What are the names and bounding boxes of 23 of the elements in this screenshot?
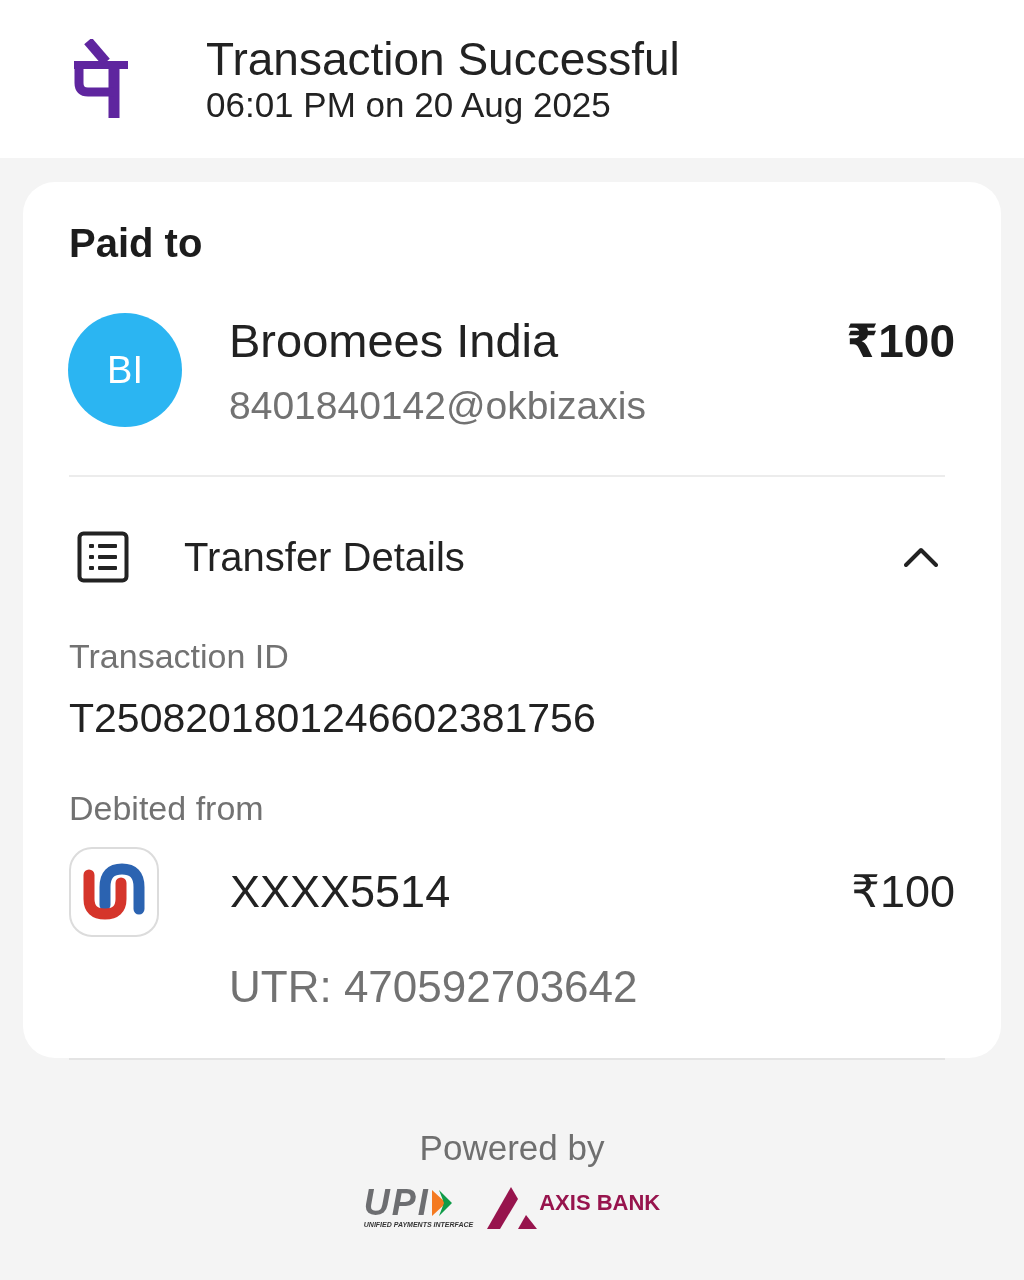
powered-by-text: Powered by — [419, 1128, 605, 1167]
utr-number: UTR: 470592703642 — [229, 963, 639, 1011]
field-value: T2508201801246602381756 — [69, 695, 597, 741]
chevron-icon[interactable] — [904, 547, 938, 567]
field-label: Transaction ID — [69, 637, 290, 675]
status-title: Transaction Successful — [206, 33, 680, 85]
section-heading: Paid to — [69, 220, 204, 266]
avatar: BI — [68, 313, 182, 427]
a-shape-logo-icon — [487, 1186, 538, 1229]
section-title: Transfer Details — [184, 534, 466, 580]
payee-name: Broomees India — [229, 315, 560, 367]
amount: ₹100 — [846, 315, 955, 367]
list-icon — [77, 531, 129, 583]
app-logo-icon — [73, 39, 129, 119]
bank-logo-icon — [69, 847, 159, 937]
bank-wordmark: AXIS BANK — [539, 1189, 661, 1216]
tricolor-arrow-icon — [431, 1190, 452, 1216]
upi-wordmark: UPI — [363, 1186, 430, 1220]
upi-id: 8401840142@okbizaxis — [229, 383, 647, 429]
debit-amount: ₹100 — [851, 866, 955, 918]
timestamp: 06:01 PM on 20 Aug 2025 — [206, 85, 612, 125]
account-number: XXXX5514 — [230, 866, 452, 918]
field-label: Debited from — [69, 789, 265, 827]
